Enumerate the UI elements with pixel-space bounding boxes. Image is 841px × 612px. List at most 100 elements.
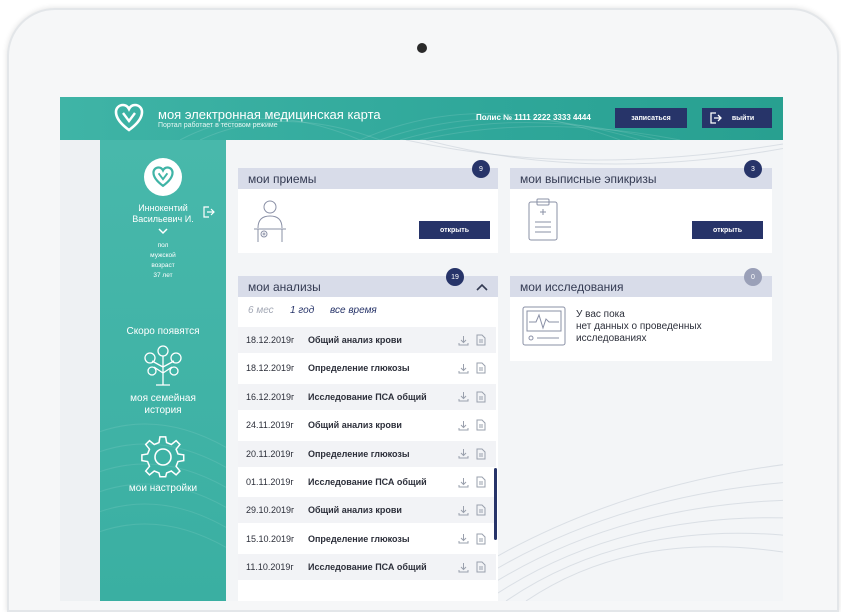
download-icon[interactable] bbox=[454, 363, 472, 374]
download-icon[interactable] bbox=[454, 335, 472, 346]
settings-link[interactable]: мои настройки bbox=[100, 483, 226, 494]
download-icon[interactable] bbox=[454, 477, 472, 488]
gender-value: мужской bbox=[150, 252, 176, 259]
analysis-date: 29.10.2019г bbox=[246, 505, 295, 516]
analysis-name: Определение глюкозы bbox=[308, 533, 410, 544]
research-empty-line2: нет данных о проведенных bbox=[576, 321, 702, 332]
analysis-name: Определение глюкозы bbox=[308, 448, 410, 459]
research-empty-line1: У вас пока bbox=[576, 309, 625, 320]
period-filters: 6 мес 1 год все время bbox=[238, 297, 498, 325]
table-row[interactable]: 11.10.2019г Исследование ПСА общий bbox=[238, 554, 496, 581]
table-row[interactable]: 15.10.2019г Определение глюкозы bbox=[238, 526, 496, 552]
signup-button[interactable]: записаться bbox=[615, 108, 687, 128]
document-icon[interactable] bbox=[472, 362, 490, 374]
discharges-card-header: мои выписные эпикризы bbox=[510, 168, 772, 189]
appointments-card: мои приемы 9 открыть bbox=[238, 160, 498, 253]
camera-dot bbox=[417, 43, 427, 53]
table-row[interactable]: 16.12.2019г Исследование ПСА общий bbox=[238, 383, 496, 410]
document-icon[interactable] bbox=[472, 391, 490, 403]
appointments-title: мои приемы bbox=[248, 172, 317, 186]
appointments-card-header: мои приемы bbox=[238, 168, 498, 189]
analysis-name: Исследование ПСА общий bbox=[308, 562, 427, 573]
sidebar: Иннокентий Васильевич И. пол мужской воз… bbox=[100, 140, 226, 601]
analysis-date: 15.10.2019г bbox=[246, 533, 295, 544]
discharges-open-button[interactable]: открыть bbox=[692, 221, 763, 239]
logout-button[interactable]: выйти bbox=[702, 108, 772, 128]
logout-icon bbox=[710, 112, 722, 124]
scrollbar-thumb[interactable] bbox=[494, 468, 497, 540]
appointments-open-button[interactable]: открыть bbox=[419, 221, 490, 239]
table-row[interactable]: 24.11.2019г Общий анализ крови bbox=[238, 412, 496, 438]
analysis-date: 24.11.2019г bbox=[246, 420, 294, 431]
chevron-up-icon[interactable] bbox=[476, 283, 488, 291]
app-screen: моя электронная медицинская карта Портал… bbox=[60, 97, 783, 601]
profile-details: пол мужской возраст 37 лет bbox=[100, 241, 226, 281]
document-icon[interactable] bbox=[472, 504, 490, 516]
document-icon[interactable] bbox=[472, 476, 490, 488]
left-margin bbox=[60, 140, 100, 601]
table-row[interactable]: 29.10.2019г Общий анализ крови bbox=[238, 497, 496, 524]
main-content: мои приемы 9 открыть мои выписные эпикри… bbox=[226, 140, 783, 601]
coming-soon-label: Скоро появятся bbox=[126, 326, 200, 337]
analysis-date: 18.12.2019г bbox=[246, 335, 295, 345]
clipboard-icon bbox=[528, 198, 558, 241]
research-empty-line3: исследованиях bbox=[576, 333, 647, 344]
research-title: мои исследования bbox=[520, 280, 624, 294]
document-icon[interactable] bbox=[472, 419, 490, 431]
gear-icon[interactable] bbox=[140, 434, 186, 480]
appointments-count-badge: 9 bbox=[472, 160, 490, 178]
gender-label: пол bbox=[157, 242, 169, 249]
table-row[interactable]: 18.12.2019г Общий анализ крови bbox=[238, 327, 496, 353]
analysis-date: 16.12.2019г bbox=[246, 391, 295, 402]
analyses-list: 18.12.2019г Общий анализ крови 18.12.2019г… bbox=[238, 327, 496, 601]
chevron-down-icon[interactable] bbox=[158, 228, 168, 235]
filter-6-months[interactable]: 6 мес bbox=[248, 305, 274, 316]
analysis-date: 18.12.2019г bbox=[246, 363, 295, 374]
avatar[interactable] bbox=[144, 158, 182, 196]
analysis-name: Исследование ПСА общий bbox=[308, 477, 427, 487]
analysis-name: Общий анализ крови bbox=[308, 420, 402, 431]
analysis-name: Определение глюкозы bbox=[308, 363, 410, 374]
doctor-icon bbox=[254, 200, 286, 242]
analyses-count-badge: 19 bbox=[446, 268, 464, 286]
analysis-date: 11.10.2019г bbox=[246, 562, 294, 573]
analysis-name: Общий анализ крови bbox=[308, 335, 402, 345]
download-icon[interactable] bbox=[454, 562, 472, 573]
discharges-count-badge: 3 bbox=[744, 160, 762, 178]
analysis-date: 01.11.2019г bbox=[246, 477, 294, 487]
document-icon[interactable] bbox=[472, 334, 490, 346]
table-row[interactable]: 18.12.2019г Определение глюкозы bbox=[238, 355, 496, 381]
download-icon[interactable] bbox=[454, 448, 472, 459]
analyses-card: мои анализы 19 6 мес 1 год все время 18.… bbox=[238, 268, 498, 601]
heart-logo-icon bbox=[114, 103, 144, 132]
download-icon[interactable] bbox=[454, 420, 472, 431]
document-icon[interactable] bbox=[472, 448, 490, 460]
age-label: возраст bbox=[151, 262, 175, 269]
filter-all-time[interactable]: все время bbox=[330, 305, 377, 316]
family-tree-icon bbox=[144, 345, 182, 386]
app-header: моя электронная медицинская карта Портал… bbox=[60, 97, 783, 140]
heart-avatar-icon bbox=[152, 166, 174, 188]
research-card: мои исследования 0 У вас пока нет данных… bbox=[510, 268, 772, 361]
document-icon[interactable] bbox=[472, 533, 490, 545]
research-count-badge: 0 bbox=[744, 268, 762, 286]
polis-number: Полис № 1111 2222 3333 4444 bbox=[476, 113, 591, 122]
age-value: 37 лет bbox=[153, 272, 173, 279]
document-icon[interactable] bbox=[472, 561, 490, 573]
research-empty-message: У вас пока нет данных о проведенных иссл… bbox=[576, 309, 702, 345]
profile-logout-icon[interactable] bbox=[203, 206, 215, 218]
analysis-date: 20.11.2019г bbox=[246, 448, 294, 459]
table-row[interactable]: 01.11.2019г Исследование ПСА общий bbox=[238, 469, 496, 495]
download-icon[interactable] bbox=[454, 505, 472, 516]
monitor-icon bbox=[522, 306, 566, 346]
family-history-line1: моя семейная bbox=[130, 393, 196, 404]
table-row[interactable]: 20.11.2019г Определение глюкозы bbox=[238, 440, 496, 467]
app-title: моя электронная медицинская карта bbox=[158, 107, 381, 122]
discharges-title: мои выписные эпикризы bbox=[520, 172, 657, 186]
family-history-line2: история bbox=[144, 405, 182, 416]
family-history-link[interactable]: моя семейная история bbox=[100, 393, 226, 417]
download-icon[interactable] bbox=[454, 391, 472, 402]
filter-1-year[interactable]: 1 год bbox=[290, 305, 314, 316]
download-icon[interactable] bbox=[454, 533, 472, 544]
analysis-name: Исследование ПСА общий bbox=[308, 391, 427, 402]
